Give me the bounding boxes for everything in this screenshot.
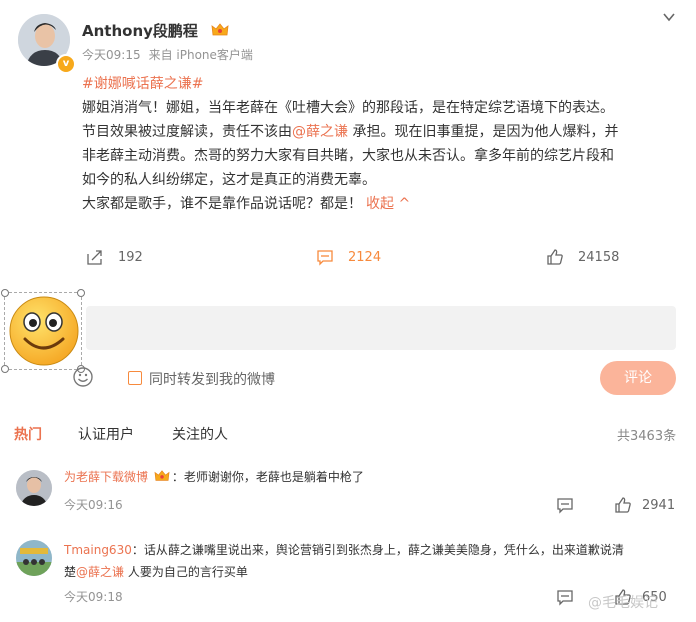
- comment-time: 今天09:18: [64, 590, 123, 604]
- reply-icon[interactable]: [556, 496, 574, 514]
- post-meta: 今天09:15 来自 iPhone客户端: [82, 46, 253, 63]
- submit-comment-button[interactable]: 评论: [600, 361, 676, 395]
- comment-count: 2124: [348, 249, 382, 265]
- watermark: @毛毛娱记: [588, 595, 658, 611]
- tab-hot[interactable]: 热门: [14, 424, 42, 444]
- comment-like-button[interactable]: 2941: [614, 496, 675, 514]
- selected-emoji[interactable]: [4, 292, 82, 370]
- like-button[interactable]: 24158: [546, 248, 619, 266]
- verified-badge-icon: v: [56, 54, 76, 74]
- tab-verified-users[interactable]: 认证用户: [78, 424, 134, 444]
- comment-input[interactable]: [86, 306, 676, 350]
- hashtag-link[interactable]: #谢娜喊话薛之谦#: [82, 76, 203, 92]
- resize-handle[interactable]: [1, 365, 9, 373]
- share-count: 192: [118, 249, 143, 265]
- post-line: 大家都是歌手，谁不是靠作品说话呢？都是！ 收起 ^: [82, 196, 411, 212]
- share-button[interactable]: 192: [86, 248, 143, 266]
- post-source: 来自 iPhone客户端: [148, 48, 253, 62]
- comment-text: 为老薛下载微博 ：老师谢谢你，老薛也是躺着中枪了: [64, 470, 364, 484]
- comment-total: 共3463条: [617, 429, 677, 444]
- tab-following[interactable]: 关注的人: [172, 424, 228, 444]
- post-time[interactable]: 今天09:15: [82, 48, 141, 62]
- author-name[interactable]: Anthony段鹏程: [82, 20, 229, 41]
- emoji-picker-icon[interactable]: [72, 366, 94, 388]
- commenter-avatar[interactable]: [16, 540, 52, 576]
- post-line: 非老薛主动消费。杰哥的努力大家有目共睹，大家也从未否认。拿多年前的综艺片段和: [82, 148, 614, 164]
- chevron-down-icon[interactable]: [662, 10, 676, 24]
- commenter-name[interactable]: 为老薛下载微博: [64, 470, 148, 484]
- smiley-emoji-icon: [9, 296, 79, 366]
- thumbs-up-icon: [615, 497, 631, 513]
- collapse-link[interactable]: 收起 ^: [366, 196, 410, 212]
- comment-text: Tmaing630：话从薛之谦嘴里说出来，舆论营销引到张杰身上，薛之谦美美隐身，…: [64, 543, 624, 579]
- mention-link[interactable]: @薛之谦: [76, 565, 124, 579]
- crown-icon: [154, 470, 170, 481]
- post-line: 如今的私人纠纷绑定，这才是真正的消费无辜。: [82, 172, 376, 188]
- resize-handle[interactable]: [1, 289, 9, 297]
- comment-icon: [317, 250, 333, 266]
- comment-button[interactable]: 2124: [316, 248, 381, 266]
- like-count: 24158: [578, 249, 620, 265]
- crown-icon: [211, 23, 229, 36]
- commenter-name[interactable]: Tmaing630: [64, 543, 132, 557]
- resize-handle[interactable]: [77, 289, 85, 297]
- post-line: 节目效果被过度解读，责任不该由@薛之谦 承担。现在旧事重提，是因为他人爆料，并: [82, 124, 619, 140]
- comment-like-count: 2941: [642, 497, 676, 513]
- reply-icon[interactable]: [556, 588, 574, 606]
- mention-link[interactable]: @薛之谦: [292, 124, 348, 140]
- forward-checkbox[interactable]: [128, 371, 142, 385]
- commenter-avatar[interactable]: [16, 470, 52, 506]
- post-body: #谢娜喊话薛之谦# 娜姐消消气！娜姐，当年老薛在《吐槽大会》的那段话，是在特定综…: [82, 72, 672, 216]
- forward-label: 同时转发到我的微博: [149, 372, 275, 388]
- post-line: 娜姐消消气！娜姐，当年老薛在《吐槽大会》的那段话，是在特定综艺语境下的表达。: [82, 100, 614, 116]
- share-icon: [87, 250, 102, 265]
- thumbs-up-icon: [547, 249, 563, 265]
- comment-time: 今天09:16: [64, 498, 123, 512]
